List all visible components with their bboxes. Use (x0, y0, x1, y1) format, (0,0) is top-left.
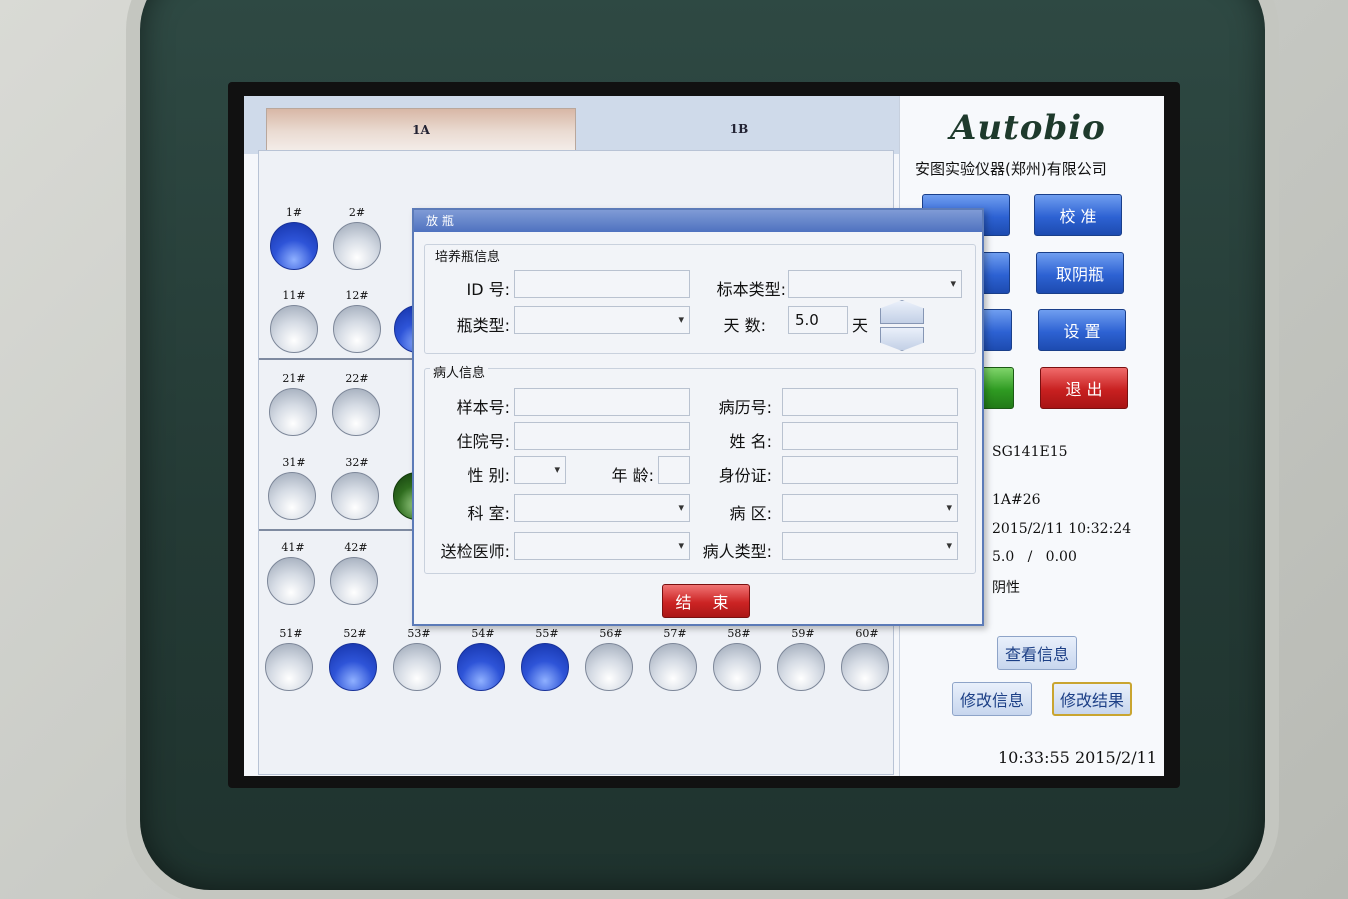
patient-type-select[interactable] (782, 532, 958, 560)
well-55[interactable] (521, 643, 569, 691)
days-field[interactable]: 5.0 (788, 306, 848, 334)
edit-info-button[interactable]: 修改信息 (952, 682, 1032, 716)
bottle-info-title: 培养瓶信息 (432, 246, 504, 265)
well-label: 12# (345, 289, 369, 302)
inpatient-no-field[interactable] (514, 422, 690, 450)
well-53[interactable] (393, 643, 441, 691)
well-label: 1# (285, 206, 303, 219)
well-label: 57# (663, 627, 687, 640)
position-value: 1A#26 (992, 492, 1041, 508)
well-label: 53# (407, 627, 431, 640)
well-label: 32# (345, 456, 369, 469)
record-no-label: 病历号: (718, 398, 772, 417)
well-59[interactable] (777, 643, 825, 691)
well-32[interactable] (331, 472, 379, 520)
well-label: 42# (344, 541, 368, 554)
well-label: 60# (855, 627, 879, 640)
well-57[interactable] (649, 643, 697, 691)
well-label: 2# (348, 206, 366, 219)
id-card-label: 身份证: (718, 466, 772, 485)
sample-no-field[interactable] (514, 388, 690, 416)
well-label: 52# (343, 627, 367, 640)
exit-button[interactable]: 退 出 (1040, 367, 1128, 409)
well-58[interactable] (713, 643, 761, 691)
well-42[interactable] (330, 557, 378, 605)
ward-label: 病 区: (729, 504, 772, 523)
patient-type-label: 病人类型: (702, 542, 772, 561)
id-card-field[interactable] (782, 456, 958, 484)
name-field[interactable] (782, 422, 958, 450)
sex-label: 性 别: (467, 466, 510, 485)
place-bottle-dialog: 放 瓶 培养瓶信息 ID 号: 标本类型: 瓶类型: 天 数: 5.0 天 病人… (412, 208, 984, 626)
well-label: 56# (599, 627, 623, 640)
well-label: 59# (791, 627, 815, 640)
days-unit: 天 (852, 316, 869, 335)
inpatient-no-label: 住院号: (456, 432, 510, 451)
well-label: 55# (535, 627, 559, 640)
chevron-down-icon[interactable] (880, 327, 924, 351)
well-label: 11# (282, 289, 306, 302)
result-value: 阴性 (992, 580, 1020, 596)
well-21[interactable] (269, 388, 317, 436)
autobio-logo: Autobio (950, 108, 1106, 148)
well-31[interactable] (268, 472, 316, 520)
well-41[interactable] (267, 557, 315, 605)
well-2[interactable] (333, 222, 381, 270)
time-value: 2015/2/11 10:32:24 (992, 521, 1132, 537)
settings-button[interactable]: 设 置 (1038, 309, 1126, 351)
well-label: 22# (345, 372, 369, 385)
days-label: 天 数: (723, 316, 766, 335)
days-spinner[interactable] (880, 300, 924, 352)
well-label: 21# (282, 372, 306, 385)
tab-1b[interactable]: 1B (584, 108, 894, 150)
touch-screen: 1A 1B 1# 2# 11# 12# 21# 22# 31# 32# 41# … (244, 96, 1164, 776)
dialog-title: 放 瓶 (414, 210, 982, 232)
age-label: 年 龄: (611, 466, 654, 485)
take-negative-button[interactable]: 取阴瓶 (1036, 252, 1124, 294)
company-name: 安图实验仪器(郑州)有限公司 (915, 160, 1107, 178)
id-label: ID 号: (466, 280, 510, 299)
well-52[interactable] (329, 643, 377, 691)
bottle-type-select[interactable] (514, 306, 690, 334)
sex-select[interactable] (514, 456, 566, 484)
well-label: 58# (727, 627, 751, 640)
calibrate-button[interactable]: 校 准 (1034, 194, 1122, 236)
reading-value: 5.0 / 0.00 (992, 549, 1077, 565)
barcode-value: SG141E15 (992, 444, 1068, 460)
id-field[interactable] (514, 270, 690, 298)
doctor-label: 送检医师: (440, 542, 510, 561)
well-label: 41# (281, 541, 305, 554)
end-button[interactable]: 结 束 (662, 584, 750, 618)
patient-info-title: 病人信息 (430, 362, 489, 381)
tab-1a[interactable]: 1A (266, 108, 576, 150)
well-1[interactable] (270, 222, 318, 270)
well-12[interactable] (333, 305, 381, 353)
name-label: 姓 名: (729, 432, 772, 451)
well-label: 31# (282, 456, 306, 469)
record-no-field[interactable] (782, 388, 958, 416)
ward-select[interactable] (782, 494, 958, 522)
specimen-type-select[interactable] (788, 270, 962, 298)
chevron-up-icon[interactable] (880, 300, 924, 324)
department-select[interactable] (514, 494, 690, 522)
well-11[interactable] (270, 305, 318, 353)
system-clock: 10:33:55 2015/2/11 (998, 748, 1157, 767)
well-label: 54# (471, 627, 495, 640)
well-56[interactable] (585, 643, 633, 691)
specimen-type-label: 标本类型: (716, 280, 786, 299)
doctor-select[interactable] (514, 532, 690, 560)
tab-bar: 1A 1B (244, 96, 899, 154)
department-label: 科 室: (467, 504, 510, 523)
well-22[interactable] (332, 388, 380, 436)
age-field[interactable] (658, 456, 690, 484)
sample-no-label: 样本号: (456, 398, 510, 417)
well-51[interactable] (265, 643, 313, 691)
edit-result-button[interactable]: 修改结果 (1052, 682, 1132, 716)
bottle-type-label: 瓶类型: (456, 316, 510, 335)
well-label: 51# (279, 627, 303, 640)
well-60[interactable] (841, 643, 889, 691)
well-54[interactable] (457, 643, 505, 691)
view-info-button[interactable]: 查看信息 (997, 636, 1077, 670)
